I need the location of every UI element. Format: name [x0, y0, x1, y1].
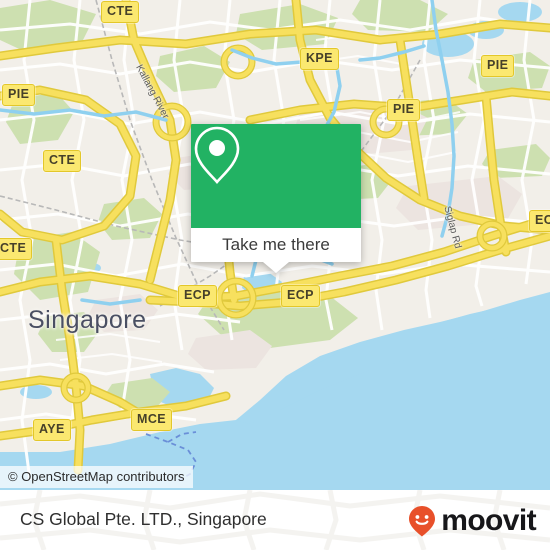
moovit-wordmark: moovit [441, 504, 536, 537]
osm-attribution[interactable]: © OpenStreetMap contributors [0, 466, 193, 488]
highway-shield-pie[interactable]: PIE [387, 99, 421, 121]
highway-shield-ecp[interactable]: ECP [529, 210, 550, 232]
map-share-card: Singapore Kallang River Siglap Rd CTE KP… [0, 0, 550, 550]
map-canvas[interactable]: Singapore Kallang River Siglap Rd CTE KP… [0, 0, 550, 490]
highway-shield-cte[interactable]: CTE [101, 1, 140, 23]
popup-media-area [191, 124, 361, 228]
bottom-info-bar: CS Global Pte. LTD., Singapore moovit [0, 490, 550, 550]
highway-shield-cte[interactable]: CTE [0, 238, 33, 260]
highway-shield-pie[interactable]: PIE [2, 84, 36, 106]
moovit-smiley-pin-icon [409, 506, 436, 537]
highway-shield-ecp[interactable]: ECP [281, 285, 320, 307]
popup-action-bar[interactable]: Take me there [191, 228, 361, 262]
take-me-there-label: Take me there [222, 235, 330, 254]
highway-shield-mce[interactable]: MCE [131, 409, 172, 431]
place-title: CS Global Pte. LTD., Singapore [20, 509, 267, 529]
highway-shield-kpe[interactable]: KPE [300, 48, 339, 70]
highway-shield-aye[interactable]: AYE [33, 419, 71, 441]
highway-shield-cte[interactable]: CTE [43, 150, 82, 172]
map-pin-icon [194, 126, 240, 184]
highway-shield-ecp[interactable]: ECP [178, 285, 217, 307]
popup-pointer-tail [263, 262, 289, 273]
location-popup-card[interactable]: Take me there [191, 124, 361, 273]
highway-shield-pie[interactable]: PIE [481, 55, 515, 77]
moovit-logo[interactable]: moovit [405, 504, 537, 538]
